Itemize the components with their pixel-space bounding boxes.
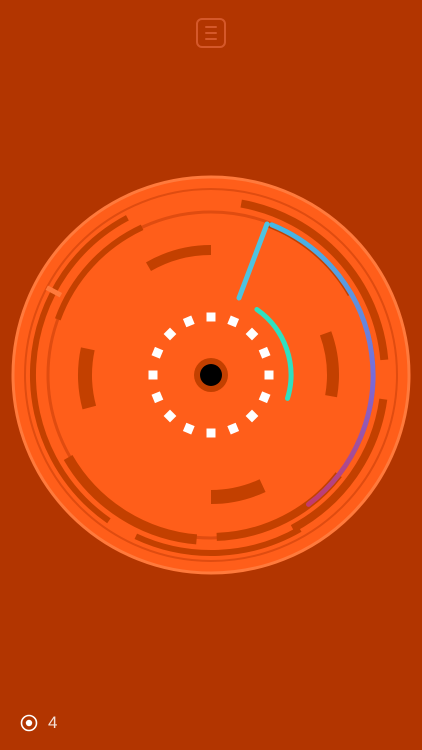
game-screen: 4 — [0, 0, 422, 750]
maze-wall-arc — [78, 347, 97, 410]
maze-wall-arc — [319, 331, 339, 398]
ring-dot — [206, 428, 216, 438]
ring-dot — [206, 312, 216, 322]
ring-dot — [264, 370, 274, 380]
ring-dot — [148, 370, 158, 380]
level-indicator: 4 — [20, 712, 57, 734]
goal-hole — [200, 364, 222, 386]
circular-maze[interactable] — [0, 0, 422, 750]
target-icon — [20, 714, 38, 732]
level-number: 4 — [48, 713, 58, 732]
